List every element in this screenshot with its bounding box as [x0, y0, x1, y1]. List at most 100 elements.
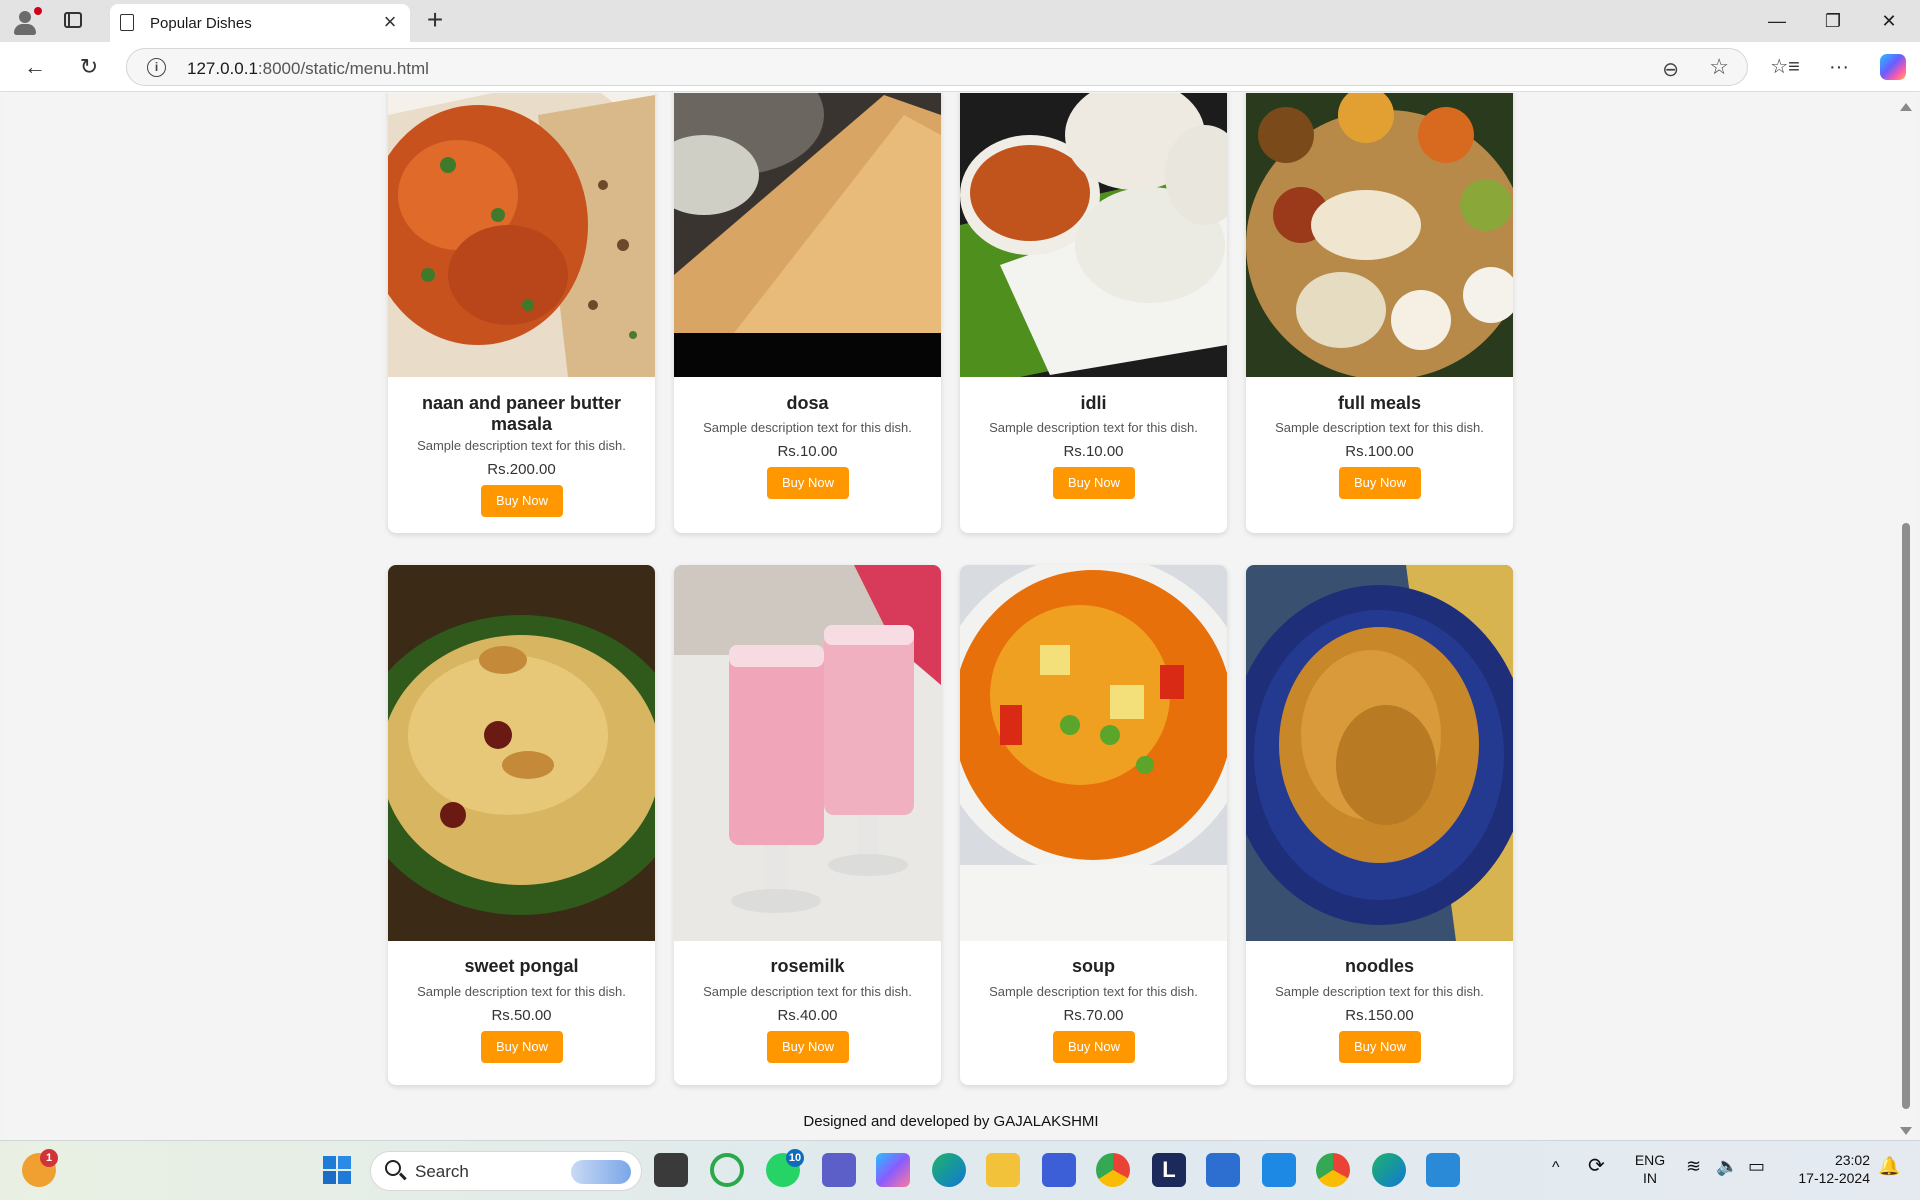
back-icon[interactable]: ← [20, 52, 50, 82]
profile-icon[interactable] [10, 7, 42, 37]
scroll-down-icon[interactable] [1900, 1127, 1912, 1135]
windows-start-icon[interactable] [320, 1153, 354, 1187]
taskbar-search-input[interactable]: Search [370, 1151, 642, 1191]
language-indicator[interactable]: ENG IN [1632, 1151, 1668, 1187]
browser-toolbar: ← ↻ i 127.0.0.1:8000/static/menu.html ⊖ … [0, 42, 1920, 92]
tab-actions-icon[interactable] [64, 12, 82, 28]
more-options-icon[interactable]: ··· [1822, 52, 1856, 82]
dish-image-soup [960, 565, 1227, 941]
dish-image-idli [960, 93, 1227, 377]
dish-description: Sample description text for this dish. [703, 420, 912, 435]
dish-card: idli Sample description text for this di… [960, 93, 1227, 533]
edge-profile-icon[interactable] [1372, 1153, 1406, 1187]
search-icon [385, 1160, 401, 1176]
dish-price: Rs.40.00 [777, 1007, 838, 1024]
address-bar[interactable]: i 127.0.0.1:8000/static/menu.html ⊖ ☆ [126, 48, 1748, 86]
app-l-icon[interactable]: L [1152, 1153, 1186, 1187]
minimize-icon[interactable]: — [1762, 8, 1792, 34]
buy-now-button[interactable]: Buy Now [1339, 1031, 1421, 1063]
dish-description: Sample description text for this dish. [989, 420, 1198, 435]
dish-description: Sample description text for this dish. [1275, 420, 1484, 435]
dish-name: sweet pongal [464, 956, 579, 976]
store-icon[interactable] [1206, 1153, 1240, 1187]
dish-description: Sample description text for this dish. [703, 984, 912, 999]
dish-image-dosa [674, 93, 941, 377]
dish-card: naan and paneer butter masala Sample des… [388, 93, 655, 533]
new-tab-icon[interactable]: + [420, 6, 450, 36]
search-highlight-icon [571, 1160, 631, 1184]
file-explorer-icon[interactable] [986, 1153, 1020, 1187]
dish-price: Rs.70.00 [1063, 1007, 1124, 1024]
search-label: Search [415, 1162, 469, 1181]
sync-icon[interactable]: ⟳ [1588, 1156, 1605, 1176]
buy-now-button[interactable]: Buy Now [1339, 467, 1421, 499]
buy-now-button[interactable]: Buy Now [481, 1031, 563, 1063]
page-viewport: naan and paneer butter masala Sample des… [5, 93, 1897, 1140]
close-window-icon[interactable]: ✕ [1874, 8, 1904, 34]
dish-price: Rs.150.00 [1345, 1007, 1414, 1024]
volume-icon[interactable]: 🔈 [1716, 1157, 1738, 1175]
widget-badge: 1 [40, 1149, 58, 1167]
battery-icon[interactable]: ▭ [1748, 1157, 1765, 1175]
buy-now-button[interactable]: Buy Now [767, 467, 849, 499]
dish-image-sweet-pongal [388, 565, 655, 941]
dish-description: Sample description text for this dish. [417, 438, 626, 453]
app-circle-icon[interactable] [710, 1153, 744, 1187]
scroll-thumb[interactable] [1902, 523, 1910, 1109]
vscode-icon[interactable] [1262, 1153, 1296, 1187]
favorites-icon[interactable]: ☆≡ [1768, 52, 1802, 82]
close-tab-icon[interactable]: × [378, 10, 402, 34]
buy-now-button[interactable]: Buy Now [1053, 467, 1135, 499]
dish-name: noodles [1344, 956, 1414, 976]
dish-price: Rs.200.00 [487, 461, 556, 478]
whatsapp-badge: 10 [786, 1149, 804, 1167]
buy-now-button[interactable]: Buy Now [481, 485, 563, 517]
chrome-profile-icon[interactable] [1316, 1153, 1350, 1187]
zoom-icon[interactable]: ⊖ [1662, 57, 1679, 82]
task-view-icon[interactable] [654, 1153, 688, 1187]
dish-image-naan-paneer [388, 93, 655, 377]
buy-now-button[interactable]: Buy Now [767, 1031, 849, 1063]
teams-icon[interactable] [822, 1153, 856, 1187]
dish-card: sweet pongal Sample description text for… [388, 565, 655, 1085]
notification-bell-icon[interactable]: 🔔 [1878, 1157, 1900, 1175]
page-icon [120, 14, 134, 31]
notification-dot [34, 7, 42, 15]
dish-price: Rs.100.00 [1345, 443, 1414, 460]
app-triangle-icon[interactable] [1042, 1153, 1076, 1187]
refresh-icon[interactable]: ↻ [74, 52, 104, 82]
dish-name: rosemilk [770, 956, 845, 976]
dish-name: full meals [1337, 393, 1422, 413]
dish-image-full-meals [1246, 93, 1513, 377]
chrome-icon[interactable] [1096, 1153, 1130, 1187]
dish-card: dosa Sample description text for this di… [674, 93, 941, 533]
dish-price: Rs.10.00 [1063, 443, 1124, 460]
wifi-icon[interactable]: ≋ [1686, 1157, 1701, 1175]
copilot-icon[interactable] [1880, 54, 1906, 80]
dish-price: Rs.10.00 [777, 443, 838, 460]
clock[interactable]: 23:02 17-12-2024 [1784, 1151, 1870, 1187]
browser-titlebar: Popular Dishes × + — ❐ ✕ [0, 0, 1920, 42]
dish-price: Rs.50.00 [491, 1007, 552, 1024]
dish-name: idli [1080, 393, 1107, 413]
site-info-icon[interactable]: i [147, 58, 166, 77]
dish-description: Sample description text for this dish. [1275, 984, 1484, 999]
windows-taskbar: 1 Search 10 L ^ ⟳ ENG IN ≋ 🔈 ▭ 23:02 17-12… [0, 1140, 1920, 1200]
page-footer: Designed and developed by GAJALAKSHMI [803, 1113, 1099, 1130]
edge-icon[interactable] [932, 1153, 966, 1187]
scroll-up-icon[interactable] [1900, 103, 1912, 111]
favorite-star-icon[interactable]: ☆ [1709, 54, 1729, 80]
tray-chevron-icon[interactable]: ^ [1552, 1159, 1560, 1177]
buy-now-button[interactable]: Buy Now [1053, 1031, 1135, 1063]
browser-tab[interactable]: Popular Dishes × [110, 4, 410, 42]
dish-card: noodles Sample description text for this… [1246, 565, 1513, 1085]
photos-icon[interactable] [1426, 1153, 1460, 1187]
dish-card: rosemilk Sample description text for thi… [674, 565, 941, 1085]
dish-image-noodles [1246, 565, 1513, 941]
copilot-app-icon[interactable] [876, 1153, 910, 1187]
url-text: 127.0.0.1:8000/static/menu.html [187, 59, 429, 78]
dish-description: Sample description text for this dish. [417, 984, 626, 999]
restore-icon[interactable]: ❐ [1818, 8, 1848, 34]
page-scrollbar[interactable] [1897, 93, 1915, 1140]
dish-description: Sample description text for this dish. [989, 984, 1198, 999]
